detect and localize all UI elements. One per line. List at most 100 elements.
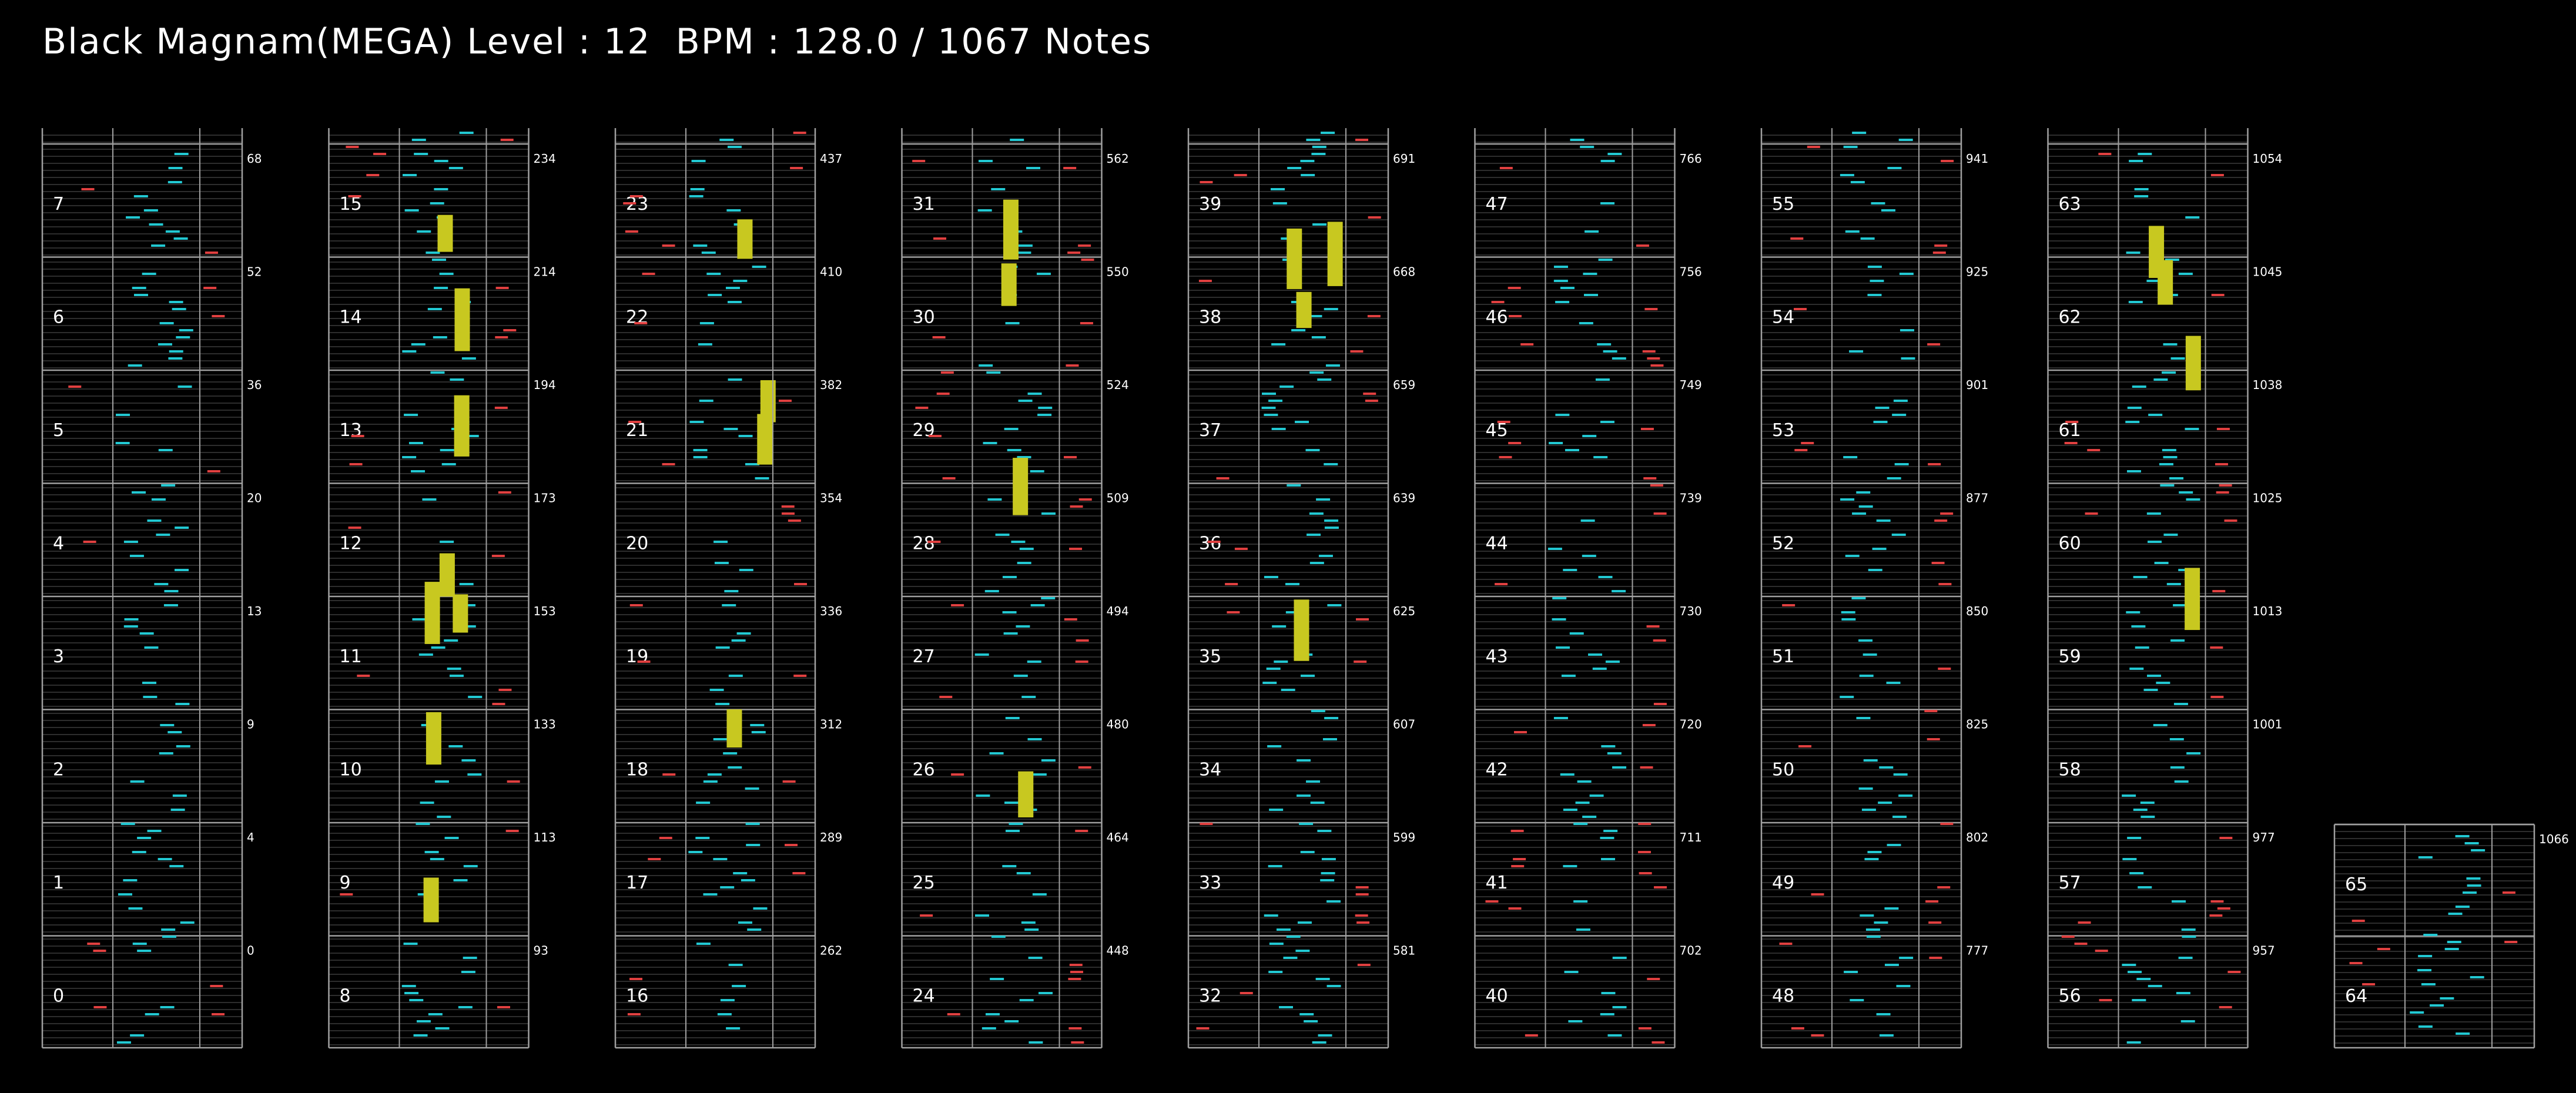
cyan-note <box>1561 675 1576 677</box>
cyan-note <box>1321 132 1335 134</box>
measure-number: 10 <box>340 760 362 780</box>
measure-number: 20 <box>626 534 648 554</box>
cyan-note <box>1262 682 1277 684</box>
cyan-note <box>1605 661 1620 663</box>
cyan-note <box>1261 407 1276 409</box>
cyan-note <box>2186 752 2201 755</box>
cyan-note <box>1607 153 1622 155</box>
cyan-note <box>1271 188 1285 190</box>
cyan-note <box>1037 414 1052 416</box>
measure-number: 16 <box>626 986 648 1007</box>
measure-number: 17 <box>626 873 648 893</box>
red-note <box>1069 548 1083 550</box>
cyan-note <box>2421 983 2436 985</box>
cyan-note <box>1301 174 1315 176</box>
measure-number: 25 <box>913 873 935 893</box>
cyan-note <box>124 618 139 621</box>
red-note <box>1234 548 1248 550</box>
red-note <box>495 336 508 338</box>
cyan-note <box>977 209 992 212</box>
cyan-note <box>1858 787 1873 790</box>
cyan-note <box>1026 167 1041 169</box>
cyan-note <box>1852 512 1867 515</box>
cyan-note <box>158 343 172 346</box>
cyan-note <box>1268 400 1283 402</box>
cyan-note <box>728 378 742 381</box>
cyan-note <box>739 569 753 571</box>
cyan-note <box>1027 661 1041 663</box>
red-note <box>1356 618 1369 621</box>
cyan-note <box>1309 562 1324 564</box>
red-note <box>366 174 380 176</box>
measure-number: 12 <box>340 534 362 554</box>
red-note <box>2064 442 2078 444</box>
cyan-note <box>1041 759 1056 762</box>
red-note <box>1067 252 1081 254</box>
long-note <box>454 288 470 351</box>
red-note <box>1068 1027 1082 1030</box>
cyan-note <box>168 357 183 360</box>
measure-number: 24 <box>913 986 935 1007</box>
cyan-note <box>2169 477 2184 480</box>
red-note <box>915 407 929 409</box>
cyan-note <box>1272 202 1287 204</box>
cyan-note <box>2444 948 2459 950</box>
cyan-note <box>1553 280 1568 282</box>
measure-number: 11 <box>340 646 362 667</box>
red-note <box>2362 983 2376 985</box>
cyan-note <box>1271 343 1286 346</box>
cyan-note <box>990 978 1004 980</box>
long-note <box>424 582 440 644</box>
cyan-note <box>161 484 176 487</box>
cyan-note <box>1598 259 1613 261</box>
cyan-note <box>2470 976 2484 978</box>
cyan-note <box>179 329 193 331</box>
red-note <box>2211 294 2225 296</box>
red-note <box>1520 343 1534 346</box>
cyan-note <box>728 766 742 769</box>
cyan-note <box>404 414 418 416</box>
red-note <box>346 146 359 148</box>
cyan-note <box>1326 985 1341 987</box>
note-count: 93 <box>534 944 548 958</box>
red-note <box>1198 280 1212 282</box>
cyan-note <box>1603 830 1618 832</box>
cyan-note <box>736 632 751 635</box>
cyan-note <box>1549 442 1563 444</box>
cyan-note <box>1324 717 1339 719</box>
cyan-note <box>1552 597 1567 599</box>
cyan-note <box>1870 280 1884 282</box>
red-note <box>2087 449 2101 451</box>
red-note <box>1234 174 1247 176</box>
cyan-note <box>176 745 190 747</box>
cyan-note <box>132 851 146 853</box>
cyan-note <box>1879 1034 1894 1037</box>
cyan-note <box>2418 1025 2433 1028</box>
cyan-note <box>147 830 162 832</box>
red-note <box>491 555 505 557</box>
cyan-note <box>1560 287 1575 289</box>
cyan-note <box>1898 794 1913 797</box>
cyan-note <box>159 752 173 755</box>
red-note <box>1497 421 1510 423</box>
red-note <box>1642 350 1656 353</box>
cyan-note <box>2129 668 2144 670</box>
note-count: 494 <box>1107 604 1129 618</box>
red-note <box>1925 900 1939 903</box>
cyan-note <box>752 266 766 268</box>
cyan-note <box>2440 997 2454 1000</box>
measure-number: 63 <box>2059 194 2081 214</box>
cyan-note <box>1279 385 1294 388</box>
red-note <box>790 167 803 169</box>
cyan-note <box>693 449 708 451</box>
cyan-note <box>1575 802 1590 804</box>
cyan-note <box>159 322 174 324</box>
cyan-note <box>1041 597 1056 599</box>
red-note <box>1640 766 1653 769</box>
note-count: 691 <box>1393 152 1415 166</box>
red-note <box>93 1006 107 1008</box>
cyan-note <box>1316 498 1331 501</box>
red-note <box>1075 830 1088 832</box>
cyan-note <box>703 780 718 783</box>
cyan-note <box>1320 879 1335 881</box>
